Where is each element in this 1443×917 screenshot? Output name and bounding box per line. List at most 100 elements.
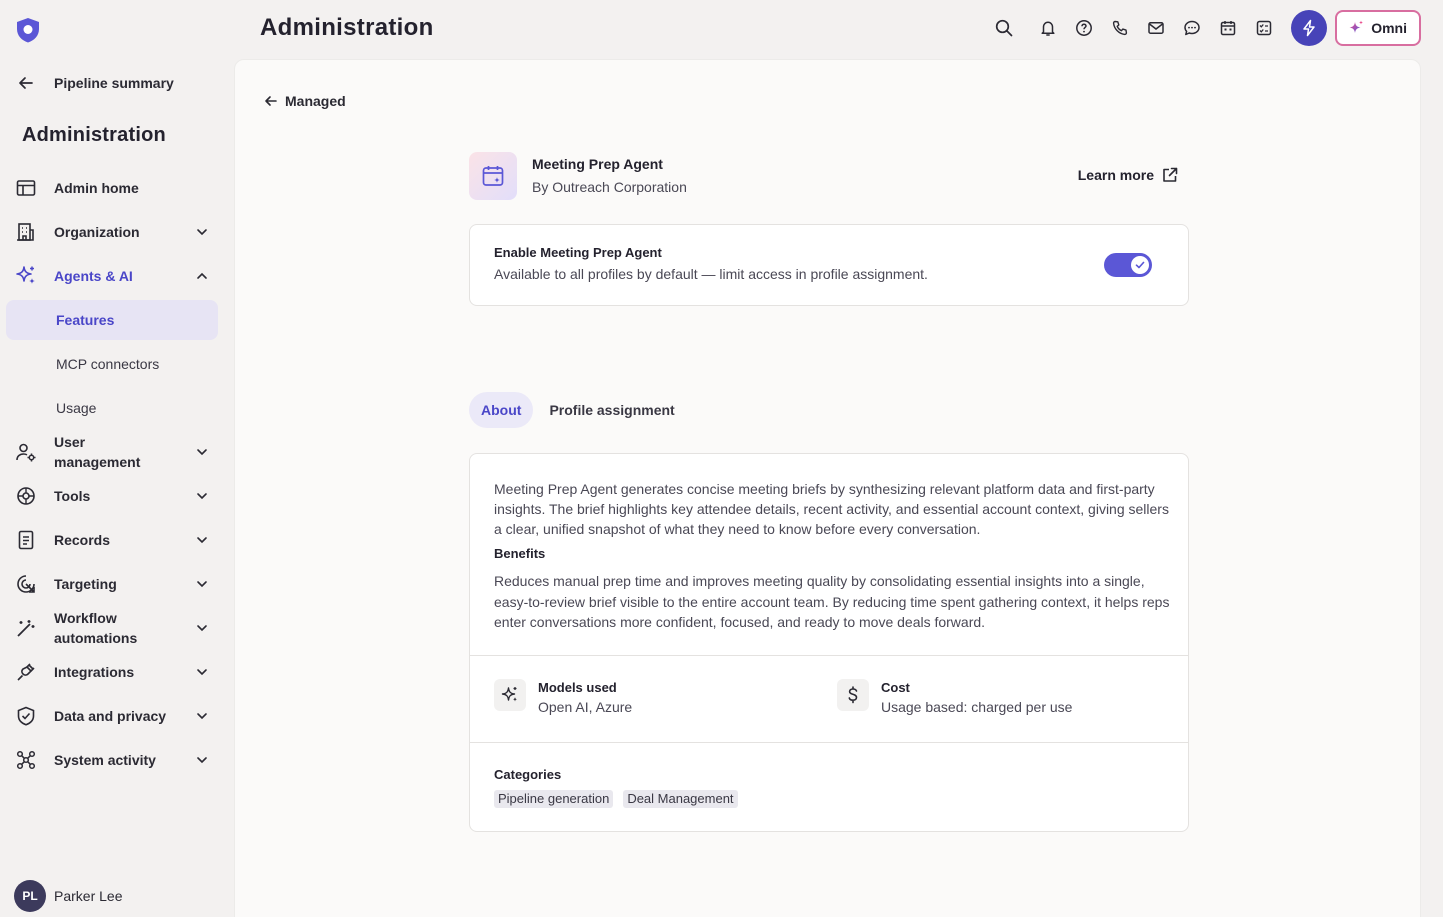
sidebar-item-workflow-automations[interactable]: Workflow automations (0, 606, 234, 650)
agent-calendar-icon (469, 152, 517, 200)
agent-header: Meeting Prep Agent By Outreach Corporati… (469, 152, 1189, 202)
sidebar-item-label: System activity (54, 752, 156, 768)
check-icon (1135, 261, 1145, 269)
sidebar-item-label: Admin home (54, 180, 139, 196)
top-toolbar: Omni (986, 10, 1421, 46)
chevron-down-icon (197, 669, 207, 676)
agent-name: Meeting Prep Agent (532, 156, 663, 172)
sidebar-item-label: Tools (54, 488, 91, 504)
page-title: Administration (260, 14, 434, 41)
enable-agent-card: Enable Meeting Prep Agent Available to a… (469, 224, 1189, 306)
sidebar-item-admin-home[interactable]: Admin home (0, 166, 234, 210)
tools-icon (14, 484, 38, 508)
sidebar-item-label: Organization (54, 224, 140, 240)
agent-vendor: By Outreach Corporation (532, 179, 687, 195)
shield-icon (14, 704, 38, 728)
benefits-heading: Benefits (494, 546, 546, 561)
category-chips: Pipeline generation Deal Management (494, 790, 748, 808)
chevron-up-icon (197, 272, 207, 279)
dollar-icon (837, 679, 869, 711)
sidebar-item-label: Targeting (54, 576, 117, 592)
sidebar-subitem-features[interactable]: Features (6, 300, 218, 340)
sparkle-icon (1349, 20, 1364, 33)
sidebar-item-tools[interactable]: Tools (0, 474, 234, 518)
back-to-managed[interactable]: Managed (263, 93, 346, 109)
building-icon (14, 220, 38, 244)
sidebar-subitem-mcp-connectors[interactable]: MCP connectors (0, 342, 234, 386)
task-list-icon[interactable] (1246, 10, 1282, 46)
sidebar-item-records[interactable]: Records (0, 518, 234, 562)
models-value: Open AI, Azure (538, 699, 633, 715)
sparkle-icon (14, 264, 38, 288)
user-gear-icon (14, 440, 38, 464)
chevron-down-icon (197, 713, 207, 720)
sidebar-item-system-activity[interactable]: System activity (0, 738, 234, 782)
chat-icon[interactable] (1174, 10, 1210, 46)
about-card: Meeting Prep Agent generates concise mee… (469, 453, 1189, 832)
omni-button[interactable]: Omni (1335, 10, 1421, 46)
bolt-action-button[interactable] (1291, 10, 1328, 46)
sidebar-item-data-and-privacy[interactable]: Data and privacy (0, 694, 234, 738)
enable-description: Available to all profiles by default — l… (494, 266, 928, 282)
sparkle-icon (494, 679, 526, 711)
plug-icon (14, 660, 38, 684)
enable-agent-toggle[interactable] (1104, 253, 1152, 277)
learn-more-link[interactable]: Learn more (1078, 166, 1179, 184)
tab-about[interactable]: About (469, 392, 534, 428)
user-profile[interactable]: PL Parker Lee (14, 880, 122, 912)
magic-wand-icon (14, 616, 38, 640)
sidebar-item-label: Integrations (54, 664, 135, 680)
sidebar-item-label: Records (54, 532, 111, 548)
chevron-down-icon (197, 449, 207, 456)
help-icon[interactable] (1066, 10, 1102, 46)
target-icon (14, 572, 38, 596)
category-chip: Pipeline generation (494, 790, 614, 808)
arrow-left-icon (14, 71, 38, 95)
chevron-down-icon (197, 625, 207, 632)
chevron-down-icon (197, 493, 207, 500)
detail-tabs: About Profile assignment (469, 392, 687, 428)
sidebar-item-targeting[interactable]: Targeting (0, 562, 234, 606)
category-chip: Deal Management (623, 790, 738, 808)
benefits-text: Reduces manual prep time and improves me… (494, 573, 1170, 630)
sidebar: Pipeline summary Administration Admin ho… (0, 0, 234, 917)
calendar-icon[interactable] (1210, 10, 1246, 46)
back-label: Managed (285, 93, 346, 109)
avatar: PL (14, 880, 46, 912)
external-link-icon (1163, 167, 1178, 182)
document-icon (14, 528, 38, 552)
sidebar-item-agents-ai[interactable]: Agents & AI (0, 254, 234, 298)
mail-icon[interactable] (1138, 10, 1174, 46)
back-to-pipeline-summary[interactable]: Pipeline summary (14, 70, 174, 96)
layout-icon (14, 176, 38, 200)
divider (470, 655, 1188, 656)
sidebar-nav: Admin home Organization Agents & AI Feat… (0, 166, 234, 782)
sidebar-subitem-usage[interactable]: Usage (0, 386, 234, 430)
tab-profile-assignment[interactable]: Profile assignment (537, 392, 686, 428)
feature-detail: Meeting Prep Agent By Outreach Corporati… (469, 152, 1189, 832)
sidebar-item-label: Data and privacy (54, 708, 167, 724)
cost-value: Usage based: charged per use (881, 699, 1073, 715)
search-icon[interactable] (986, 10, 1022, 46)
about-description: Meeting Prep Agent generates concise mee… (494, 481, 1169, 537)
user-name: Parker Lee (54, 888, 123, 904)
chevron-down-icon (197, 757, 207, 764)
sidebar-item-label: User management (54, 434, 141, 470)
outreach-logo-icon[interactable] (14, 16, 42, 44)
sidebar-item-integrations[interactable]: Integrations (0, 650, 234, 694)
lightning-icon (1303, 19, 1315, 37)
chevron-down-icon (197, 229, 207, 236)
phone-icon[interactable] (1102, 10, 1138, 46)
back-label: Pipeline summary (54, 75, 174, 91)
divider (470, 742, 1188, 743)
sidebar-item-user-management[interactable]: User management (0, 430, 234, 474)
enable-title: Enable Meeting Prep Agent (494, 245, 662, 260)
models-heading: Models used (538, 680, 617, 695)
sidebar-title: Administration (22, 124, 166, 146)
chevron-down-icon (197, 581, 207, 588)
bell-icon[interactable] (1030, 10, 1066, 46)
sidebar-item-organization[interactable]: Organization (0, 210, 234, 254)
cost-heading: Cost (881, 680, 910, 695)
learn-more-label: Learn more (1077, 167, 1154, 183)
omni-label: Omni (1371, 20, 1407, 36)
